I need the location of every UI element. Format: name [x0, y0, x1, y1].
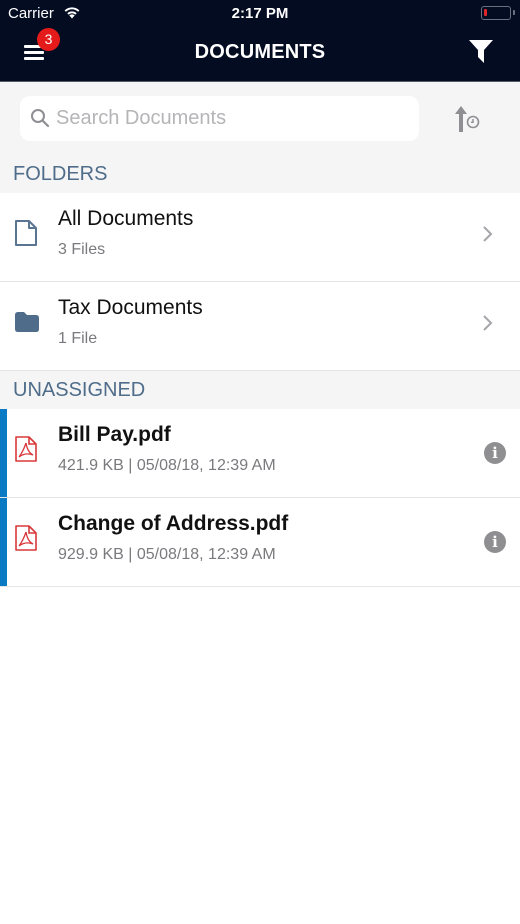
folder-name: Tax Documents — [58, 296, 203, 319]
filter-button[interactable] — [468, 38, 498, 66]
section-header-folders: FOLDERS — [0, 155, 520, 193]
file-row-change-of-address[interactable]: Change of Address.pdf 929.9 KB | 05/08/1… — [0, 498, 520, 587]
page-title: DOCUMENTS — [194, 41, 326, 63]
file-meta: 929.9 KB | 05/08/18, 12:39 AM — [58, 546, 276, 563]
row-accent-bar — [0, 498, 7, 586]
info-icon[interactable]: i — [484, 531, 506, 553]
file-name: Change of Address.pdf — [58, 512, 289, 535]
folder-file-count: 3 Files — [58, 241, 106, 258]
clock: 2:17 PM — [231, 5, 289, 22]
folder-row-tax-documents[interactable]: Tax Documents 1 File — [0, 282, 520, 371]
filter-funnel-icon — [469, 40, 493, 63]
file-meta: 421.9 KB | 05/08/18, 12:39 AM — [58, 457, 276, 474]
status-bar: Carrier 2:17 PM — [0, 0, 520, 28]
info-icon[interactable]: i — [484, 442, 506, 464]
search-input[interactable] — [56, 96, 406, 141]
sort-by-date-icon — [455, 106, 480, 132]
battery-icon — [481, 6, 515, 20]
search-area — [0, 81, 520, 155]
search-box[interactable] — [20, 96, 419, 141]
folder-file-count: 1 File — [58, 330, 98, 347]
row-accent-bar — [0, 409, 7, 497]
sort-button[interactable] — [450, 104, 486, 138]
file-name: Bill Pay.pdf — [58, 423, 171, 446]
pdf-file-icon — [15, 436, 37, 462]
chevron-right-icon — [483, 315, 493, 331]
chevron-right-icon — [483, 226, 493, 242]
search-icon — [31, 109, 50, 128]
pdf-file-icon — [15, 525, 37, 551]
folder-row-all-documents[interactable]: All Documents 3 Files — [0, 193, 520, 282]
folder-name: All Documents — [58, 207, 194, 230]
document-outline-icon — [15, 220, 37, 246]
navigation-bar: Carrier 2:17 PM 3 DOCUMENTS — [0, 0, 520, 81]
file-row-bill-pay[interactable]: Bill Pay.pdf 421.9 KB | 05/08/18, 12:39 … — [0, 409, 520, 498]
folder-icon — [15, 312, 39, 332]
section-header-unassigned: UNASSIGNED — [0, 371, 520, 409]
